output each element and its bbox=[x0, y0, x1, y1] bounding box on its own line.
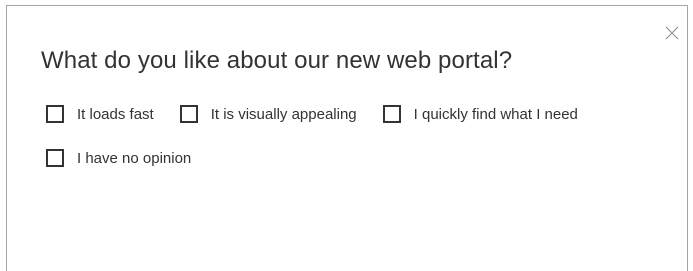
option-find-what-i-need[interactable]: I quickly find what I need bbox=[382, 105, 578, 123]
checkbox-no-opinion[interactable] bbox=[46, 149, 64, 167]
checkbox-find-what-i-need[interactable] bbox=[382, 105, 401, 123]
close-icon bbox=[665, 26, 679, 40]
options-row: I have no opinion bbox=[46, 148, 666, 168]
option-loads-fast[interactable]: It loads fast bbox=[46, 105, 154, 123]
options-group: It loads fast It is visually appealing I… bbox=[46, 104, 666, 168]
options-row: It loads fast It is visually appealing I… bbox=[46, 104, 666, 124]
close-button[interactable] bbox=[665, 26, 679, 40]
option-label: I have no opinion bbox=[77, 149, 192, 167]
checkbox-visually-appealing[interactable] bbox=[179, 105, 198, 123]
option-label: It loads fast bbox=[77, 105, 154, 123]
option-label: I quickly find what I need bbox=[413, 105, 578, 123]
survey-dialog: What do you like about our new web porta… bbox=[6, 5, 688, 271]
question-title: What do you like about our new web porta… bbox=[41, 47, 513, 74]
option-no-opinion[interactable]: I have no opinion bbox=[46, 149, 191, 167]
option-visually-appealing[interactable]: It is visually appealing bbox=[179, 105, 357, 123]
option-label: It is visually appealing bbox=[210, 105, 357, 123]
checkbox-loads-fast[interactable] bbox=[46, 105, 64, 123]
